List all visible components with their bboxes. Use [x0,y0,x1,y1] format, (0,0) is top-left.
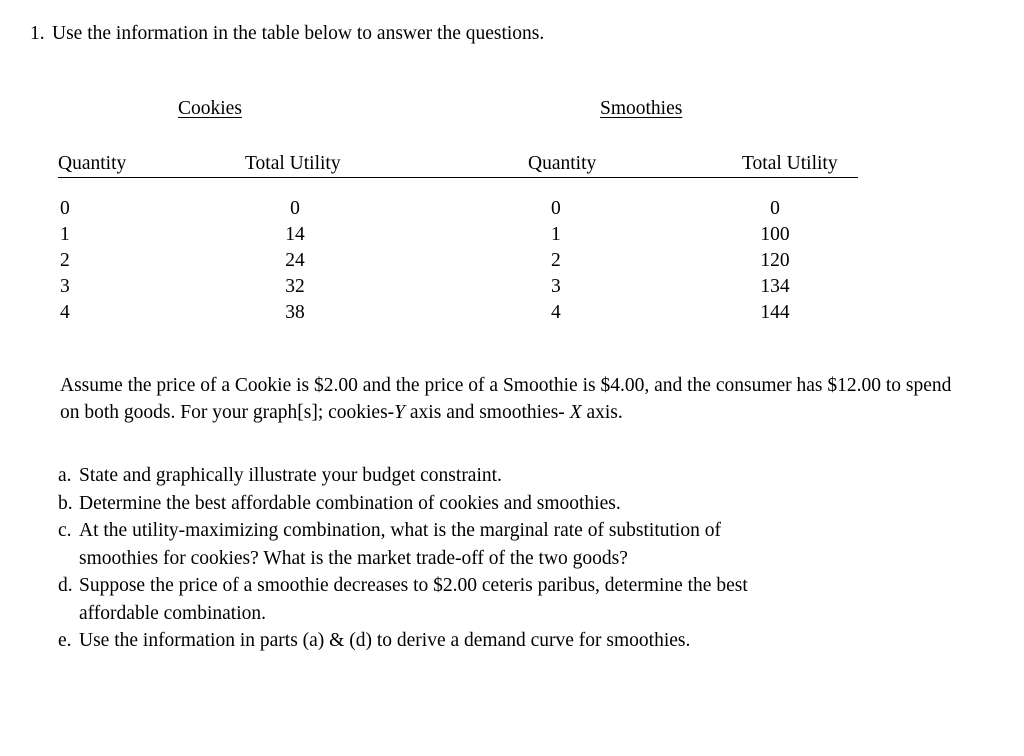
group-header-smoothies: Smoothies [600,98,683,119]
table-row: 0 0 0 0 [0,196,1024,222]
cell-smoothies-quantity: 4 [551,302,561,323]
list-item-text: State and graphically illustrate your bu… [79,465,502,486]
sub-question-list: a. State and graphically illustrate your… [58,462,978,655]
list-item-text: Determine the best affordable combinatio… [79,492,621,514]
table-row: 4 38 4 144 [0,300,1024,326]
column-header-smoothies-quantity: Quantity [528,153,597,174]
cell-smoothies-quantity: 3 [551,276,561,297]
cell-smoothies-total-utility: 134 [760,276,790,297]
column-header-cookies-total-utility: Total Utility [245,153,341,174]
cell-cookies-quantity: 1 [60,224,70,245]
cell-smoothies-quantity: 2 [551,250,561,271]
table-row: 1 14 1 100 [0,222,1024,248]
document-page: 1. Use the information in the table below… [0,0,1024,756]
utility-table: Cookies Smoothies Quantity Total Utility… [0,96,1024,331]
table-row: 3 32 3 134 [0,274,1024,300]
assume-text-part2: axis and smoothies- [405,402,570,423]
list-item-text: At the utility-maximizing combination, w… [79,520,721,541]
cell-cookies-total-utility: 38 [285,302,305,323]
cell-cookies-quantity: 0 [60,198,70,219]
cell-smoothies-quantity: 1 [551,224,561,245]
assume-text-part3: axis. [581,402,623,423]
list-marker: e. [58,630,72,651]
cell-cookies-quantity: 3 [60,276,70,297]
list-item-b: b. Determine the best affordable combina… [58,490,978,518]
axis-label-y: Y [394,402,406,423]
question-text: Use the information in the table below t… [52,23,545,44]
list-marker: d. [58,575,73,596]
question-number: 1. [30,23,45,44]
list-item-c: c. At the utility-maximizing combination… [58,517,978,572]
list-item-text: Use the information in parts (a) & (d) t… [79,630,691,651]
list-item-text: Suppose the price of a smoothie decrease… [79,575,748,596]
column-header-smoothies-total-utility: Total Utility [742,153,838,174]
list-item-continuation: smoothies for cookies? What is the marke… [79,547,628,569]
column-header-cookies-quantity: Quantity [58,153,127,174]
cell-cookies-total-utility: 0 [290,198,300,219]
table-group-header-row: Cookies Smoothies [0,96,1024,126]
list-item-d: d. Suppose the price of a smoothie decre… [58,572,978,627]
table-row: 2 24 2 120 [0,248,1024,274]
cell-cookies-total-utility: 14 [285,224,305,245]
list-item-a: a. State and graphically illustrate your… [58,462,978,490]
list-marker: a. [58,465,72,486]
list-item-continuation: affordable combination. [79,602,266,624]
group-header-cookies: Cookies [178,98,242,119]
cell-cookies-total-utility: 32 [285,276,305,297]
question-statement: 1. Use the information in the table below… [30,22,544,46]
cell-smoothies-total-utility: 144 [760,302,790,323]
cell-smoothies-total-utility: 0 [770,198,780,219]
list-item-e: e. Use the information in parts (a) & (d… [58,627,978,655]
cell-cookies-quantity: 2 [60,250,70,271]
table-header-rule [58,177,858,179]
cell-cookies-total-utility: 24 [285,250,305,271]
assume-paragraph: Assume the price of a Cookie is $2.00 an… [60,372,960,426]
table-column-header-row: Quantity Total Utility Quantity Total Ut… [0,152,1024,180]
cell-smoothies-quantity: 0 [551,198,561,219]
axis-label-x: X [569,402,582,423]
list-marker: c. [58,520,72,541]
list-marker: b. [58,492,73,514]
cell-cookies-quantity: 4 [60,302,70,323]
cell-smoothies-total-utility: 120 [760,250,790,271]
table-body: 0 0 0 0 1 14 1 100 2 24 2 120 3 32 3 134… [0,196,1024,331]
cell-smoothies-total-utility: 100 [760,224,790,245]
